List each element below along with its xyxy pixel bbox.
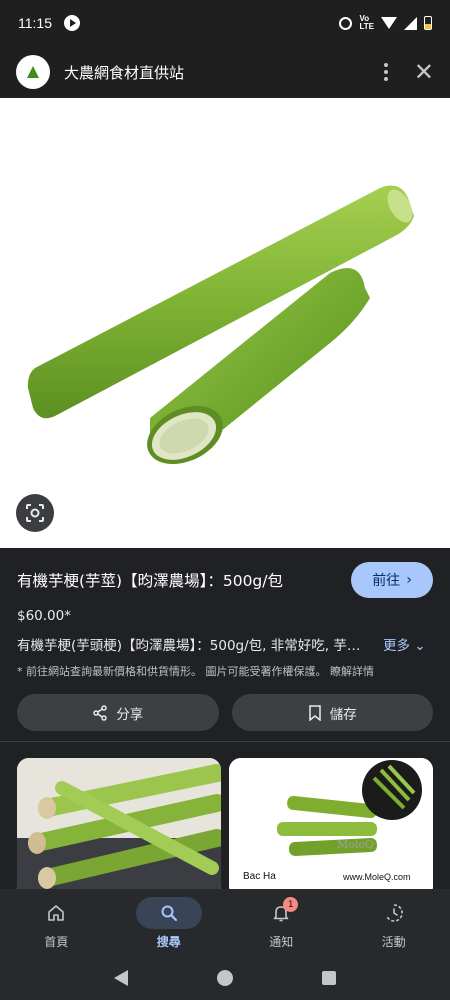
save-label: 儲存: [329, 706, 357, 723]
lens-button[interactable]: [16, 494, 54, 532]
volte-indicator: Vo LTE: [359, 14, 374, 31]
system-nav-bar: [0, 955, 450, 1000]
lens-icon: [26, 504, 44, 522]
nav-activity[interactable]: 活動: [338, 889, 450, 955]
site-logo[interactable]: [16, 55, 50, 89]
tree-logo-icon: [27, 66, 39, 78]
home-icon: [48, 905, 65, 921]
result-2-watermark: MoleQ: [337, 838, 374, 851]
related-result-1[interactable]: [17, 758, 221, 898]
product-details: 有機芋梗(芋莖)【昀澤農場】：500g/包 前往 › $60.00* 有機芋梗(…: [0, 548, 450, 731]
nav-home[interactable]: 首頁: [0, 889, 113, 955]
product-price: $60.00*: [17, 608, 71, 624]
recent-apps-icon[interactable]: [321, 970, 336, 985]
result-2-caption-left: Bac Ha: [243, 871, 276, 882]
related-result-2[interactable]: MoleQ Bac Ha www.MoleQ.com: [229, 758, 433, 898]
nav-notifications[interactable]: 1 通知: [225, 889, 338, 955]
divider: [0, 741, 450, 742]
status-icons: Vo LTE: [339, 15, 432, 31]
chevron-down-icon: ⌄: [414, 638, 426, 654]
share-icon: [93, 704, 107, 721]
nav-search[interactable]: 搜尋: [113, 889, 226, 955]
notification-badge: 1: [283, 897, 299, 912]
site-name[interactable]: 大農網食材直供站: [64, 62, 184, 83]
more-link[interactable]: 更多 ⌄: [383, 634, 426, 654]
activity-icon: [385, 904, 403, 922]
learn-more-link[interactable]: 瞭解詳情: [330, 665, 374, 678]
bottom-nav: 首頁 搜尋 1 通知 活動: [0, 889, 450, 955]
nav-home-label: 首頁: [44, 935, 69, 949]
visit-button[interactable]: 前往 ›: [351, 562, 433, 598]
close-icon[interactable]: ✕: [414, 60, 434, 84]
save-button[interactable]: 儲存: [231, 694, 433, 731]
viewer-header: 大農網食材直供站 ✕: [0, 46, 450, 98]
product-image[interactable]: [0, 98, 450, 548]
share-button[interactable]: 分享: [17, 694, 219, 731]
wifi-icon: [381, 17, 397, 29]
product-description: 有機芋梗(芋頭梗)【昀澤農場】：500g/包, 非常好吃, 芋…: [17, 638, 361, 654]
play-app-icon: [64, 15, 80, 31]
search-icon: [161, 905, 177, 922]
chevron-right-icon: ›: [406, 572, 412, 588]
nav-activity-label: 活動: [381, 935, 406, 949]
result-1-image: [17, 758, 221, 898]
nav-search-label: 搜尋: [156, 935, 181, 949]
signal-icon: [404, 16, 417, 30]
visit-label: 前往: [372, 573, 401, 589]
more-options-icon[interactable]: [383, 63, 388, 81]
status-bar: 11:15 Vo LTE: [0, 0, 450, 46]
result-2-caption-right: www.MoleQ.com: [343, 872, 411, 882]
copyright-notice: * 前往網站查詢最新價格和供貨情形。 圖片可能受著作權保護。 瞭解詳情: [17, 665, 374, 678]
bookmark-icon: [309, 704, 321, 721]
home-button-icon[interactable]: [216, 969, 233, 986]
status-time: 11:15: [18, 15, 52, 31]
product-title[interactable]: 有機芋梗(芋莖)【昀澤農場】：500g/包: [17, 569, 351, 591]
taro-stem-illustration: [27, 185, 415, 465]
back-icon[interactable]: [114, 969, 129, 986]
share-label: 分享: [116, 706, 144, 723]
nav-notifications-label: 通知: [269, 935, 294, 949]
alarm-icon: [339, 16, 353, 30]
battery-icon: [424, 16, 432, 30]
